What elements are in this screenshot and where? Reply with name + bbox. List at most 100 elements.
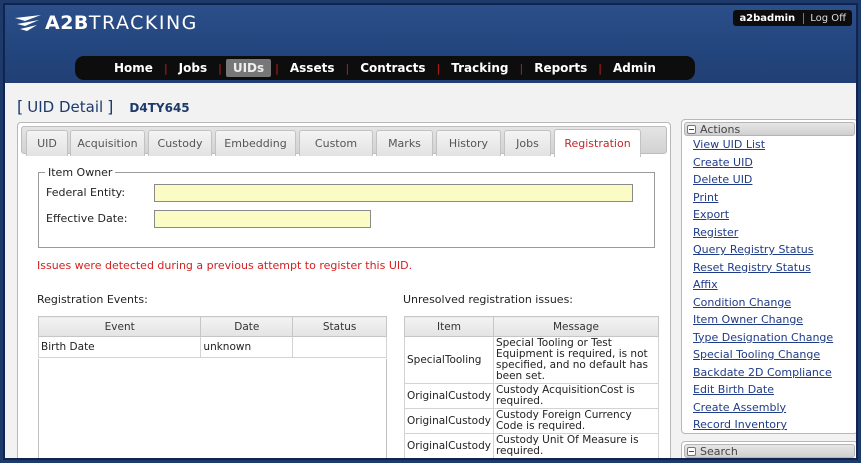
title-bracket-open: [ (17, 97, 24, 116)
table-row[interactable]: OriginalCustody Custody Unit Of Measure i… (404, 433, 660, 458)
registration-events-table: Event Date Status Birth Date unknown (37, 316, 387, 358)
issue-message-cell: Custody Unit Of Measure is required. (492, 433, 660, 458)
nav-separator: | (519, 61, 524, 75)
registration-warning: Issues were detected during a previous a… (37, 259, 413, 272)
tab-embedding[interactable]: Embedding (215, 130, 296, 156)
action-view-uid-list[interactable]: View UID List (693, 136, 856, 154)
nav-separator: | (436, 61, 441, 75)
action-special-tooling-change[interactable]: Special Tooling Change (693, 346, 856, 364)
search-header[interactable]: Search (684, 444, 855, 458)
federal-entity-input[interactable] (154, 184, 633, 202)
nav-separator: | (163, 61, 168, 75)
tab-acquisition[interactable]: Acquisition (70, 130, 145, 156)
nav-assets[interactable]: Assets (283, 59, 342, 77)
nav-separator: | (598, 61, 602, 75)
table-row[interactable]: OriginalCustody Custody AcquisitionCost i… (404, 383, 660, 409)
effective-date-input[interactable] (154, 210, 371, 228)
logo-text-light: TRACKING (88, 12, 198, 34)
page-title-text: UID Detail (27, 98, 104, 116)
action-item-owner-change[interactable]: Item Owner Change (693, 311, 856, 329)
nav-tracking[interactable]: Tracking (444, 59, 515, 77)
federal-entity-label: Federal Entity: (46, 186, 126, 199)
tab-marks[interactable]: Marks (376, 130, 433, 156)
nav-separator: | (218, 61, 222, 75)
detail-panel: UID Acquisition Custody Embedding Custom Mark… (17, 122, 671, 458)
action-edit-birth-date[interactable]: Edit Birth Date (693, 381, 856, 399)
actions-list: View UID List Create UID Delete UID Print Ex… (682, 136, 856, 434)
tab-registration[interactable]: Registration (554, 129, 641, 157)
uid-value: D4TY645 (129, 101, 190, 115)
unresolved-issues-label: Unresolved registration issues: (403, 293, 574, 306)
nav-separator: | (345, 61, 350, 75)
events-cell: unknown (200, 336, 294, 358)
action-create-assembly[interactable]: Create Assembly (693, 399, 856, 417)
action-register[interactable]: Register (693, 224, 856, 242)
effective-date-label: Effective Date: (46, 212, 128, 225)
action-export[interactable]: Export (693, 206, 856, 224)
table-row[interactable]: OriginalCustody Custody Foreign Currency … (404, 408, 660, 434)
tab-custom[interactable]: Custom (299, 130, 373, 156)
nav-contracts[interactable]: Contracts (353, 59, 432, 77)
nav-admin[interactable]: Admin (606, 59, 663, 77)
header-bar: A2B TRACKING a2badmin Log Off Home | Jobs | U… (5, 5, 856, 83)
events-col-date[interactable]: Date (200, 316, 294, 337)
issue-item-cell: OriginalCustody (404, 383, 494, 409)
nav-home[interactable]: Home (107, 59, 160, 77)
item-owner-group: Item Owner Federal Entity: Effective Dat… (38, 166, 655, 248)
page-title: [ UID Detail ] D4TY645 (17, 97, 190, 116)
issue-item-cell: OriginalCustody (404, 408, 494, 434)
issues-col-message[interactable]: Message (492, 316, 660, 337)
action-query-registry-status[interactable]: Query Registry Status (693, 241, 856, 259)
issues-col-item[interactable]: Item (404, 316, 494, 337)
tab-bar: UID Acquisition Custody Embedding Custom Mark… (21, 126, 667, 157)
app-frame: A2B TRACKING a2badmin Log Off Home | Jobs | U… (3, 3, 858, 460)
action-create-uid[interactable]: Create UID (693, 154, 856, 172)
issue-message-cell: Custody AcquisitionCost is required. (492, 383, 660, 409)
issue-item-cell: SpecialTooling (404, 336, 494, 384)
user-box: a2badmin Log Off (733, 10, 852, 26)
username: a2badmin (739, 12, 805, 24)
nav-uids[interactable]: UIDs (225, 59, 272, 77)
action-reset-registry-status[interactable]: Reset Registry Status (693, 259, 856, 277)
collapse-minus-icon[interactable] (687, 124, 696, 134)
tab-history[interactable]: History (436, 130, 501, 156)
search-title: Search (700, 444, 738, 458)
events-col-event[interactable]: Event (37, 316, 202, 337)
nav-reports[interactable]: Reports (527, 59, 594, 77)
search-box: Search (681, 441, 856, 458)
issue-message-cell: Custody Foreign Currency Code is require… (492, 408, 660, 434)
app-logo[interactable]: A2B TRACKING (15, 11, 198, 35)
action-record-inventory[interactable]: Record Inventory (693, 416, 856, 434)
table-row[interactable]: Birth Date unknown (37, 336, 387, 358)
main-nav: Home | Jobs | UIDs | Assets | Contracts | Tracking… (75, 56, 695, 80)
action-backdate-2d-compliance[interactable]: Backdate 2D Compliance (693, 364, 856, 382)
action-condition-change[interactable]: Condition Change (693, 294, 856, 312)
actions-title: Actions (700, 122, 741, 136)
events-cell (292, 336, 387, 358)
issue-item-cell: OriginalCustody (404, 433, 494, 458)
tab-custody[interactable]: Custody (148, 130, 212, 156)
issue-message-cell: Special Tooling or Test Equipment is req… (492, 336, 660, 384)
logo-swoosh-icon (15, 15, 41, 31)
registration-events-label: Registration Events: (37, 293, 148, 306)
nav-separator: | (275, 61, 279, 75)
action-delete-uid[interactable]: Delete UID (693, 171, 856, 189)
tab-uid[interactable]: UID (26, 130, 68, 156)
table-row[interactable]: SpecialTooling Special Tooling or Test Eq… (404, 336, 660, 384)
action-type-designation-change[interactable]: Type Designation Change (693, 329, 856, 347)
actions-header[interactable]: Actions (684, 122, 855, 136)
action-affix[interactable]: Affix (693, 276, 856, 294)
tab-jobs[interactable]: Jobs (504, 130, 551, 156)
events-empty-area (38, 359, 387, 458)
item-owner-legend: Item Owner (48, 166, 113, 179)
action-print[interactable]: Print (693, 189, 856, 207)
logoff-link[interactable]: Log Off (804, 13, 846, 24)
unresolved-issues-table: Item Message SpecialTooling Special Toolin… (404, 316, 660, 458)
events-col-status[interactable]: Status (292, 316, 387, 337)
events-cell: Birth Date (37, 336, 202, 358)
title-bracket-close: ] (107, 97, 114, 116)
logo-text-strong: A2B (45, 12, 89, 34)
collapse-minus-icon[interactable] (687, 446, 696, 456)
nav-jobs[interactable]: Jobs (172, 59, 214, 77)
actions-box: Actions View UID List Create UID Delete UI… (681, 119, 856, 434)
